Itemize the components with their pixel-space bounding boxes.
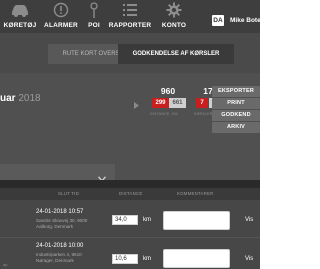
period-year: 2018 — [18, 93, 41, 104]
view-link[interactable]: Vis — [245, 217, 253, 223]
nav-item-account[interactable]: KONTO — [154, 0, 194, 33]
row-end-time: 24-01-2018 10:00 — [36, 243, 84, 249]
row-address-line2: Nørager, Denmark — [36, 258, 74, 263]
nav-item-poi[interactable]: POI — [82, 0, 106, 33]
archive-button[interactable]: ARKIV — [212, 122, 260, 133]
nav-label-poi: POI — [88, 22, 100, 29]
distance-part-b: 661 — [169, 98, 186, 108]
comment-field[interactable] — [163, 249, 230, 268]
nav-label-account: KONTO — [161, 22, 187, 29]
nav-label-reports: RAPPORTER — [108, 22, 152, 29]
nav-item-vehicle[interactable]: KØRETØJ — [0, 0, 40, 33]
scroll-hint: ap — [3, 262, 8, 267]
row-end-time: 24-01-2018 10:57 — [36, 209, 84, 215]
column-header-end-time: SLUT TID — [58, 191, 79, 196]
distance-unit: km — [143, 217, 151, 223]
next-period-arrow-icon[interactable] — [134, 96, 139, 114]
filter-strip — [0, 180, 260, 188]
nav-item-reports[interactable]: RAPPORTER — [106, 0, 154, 33]
period-month: uar — [0, 93, 16, 104]
comment-field[interactable] — [163, 211, 230, 230]
nav-label-alarms: ALARMER — [44, 22, 78, 29]
export-button[interactable]: EKSPORTER — [212, 86, 260, 97]
distance-total: 960 — [160, 86, 176, 96]
nav-item-alarms[interactable]: ALARMER — [40, 0, 82, 33]
distance-input[interactable]: 34,0 — [112, 215, 138, 225]
print-button[interactable]: PRINT — [212, 98, 260, 109]
poi-pin-icon — [89, 2, 99, 24]
approve-button[interactable]: GODKEND — [212, 110, 260, 121]
language-badge[interactable]: DA — [212, 15, 224, 26]
column-header-distance: DISTANCE — [119, 191, 143, 196]
distance-caption: DISTANCE, KM — [150, 112, 178, 116]
distance-part-a: 299 — [152, 98, 169, 108]
alert-icon — [53, 2, 69, 23]
gear-icon — [166, 2, 182, 23]
report-list-icon — [122, 2, 138, 22]
column-header-comments: KOMMENTARER — [177, 191, 214, 196]
row-divider — [0, 237, 260, 238]
trips-part-a: 7 — [196, 98, 208, 108]
tab-trip-approval[interactable]: GODKENDELSE AF KØRSLER — [118, 44, 234, 64]
nav-label-vehicle: KØRETØJ — [3, 22, 37, 29]
period-title: uar 2018 — [0, 93, 41, 104]
row-address-line2: Aalborg, Denmark — [36, 224, 74, 229]
distance-unit: km — [143, 256, 151, 262]
user-name[interactable]: Mike Boter — [230, 17, 263, 24]
view-link[interactable]: Vis — [245, 256, 253, 262]
distance-input[interactable]: 10,6 — [112, 254, 138, 264]
car-icon — [9, 2, 31, 23]
